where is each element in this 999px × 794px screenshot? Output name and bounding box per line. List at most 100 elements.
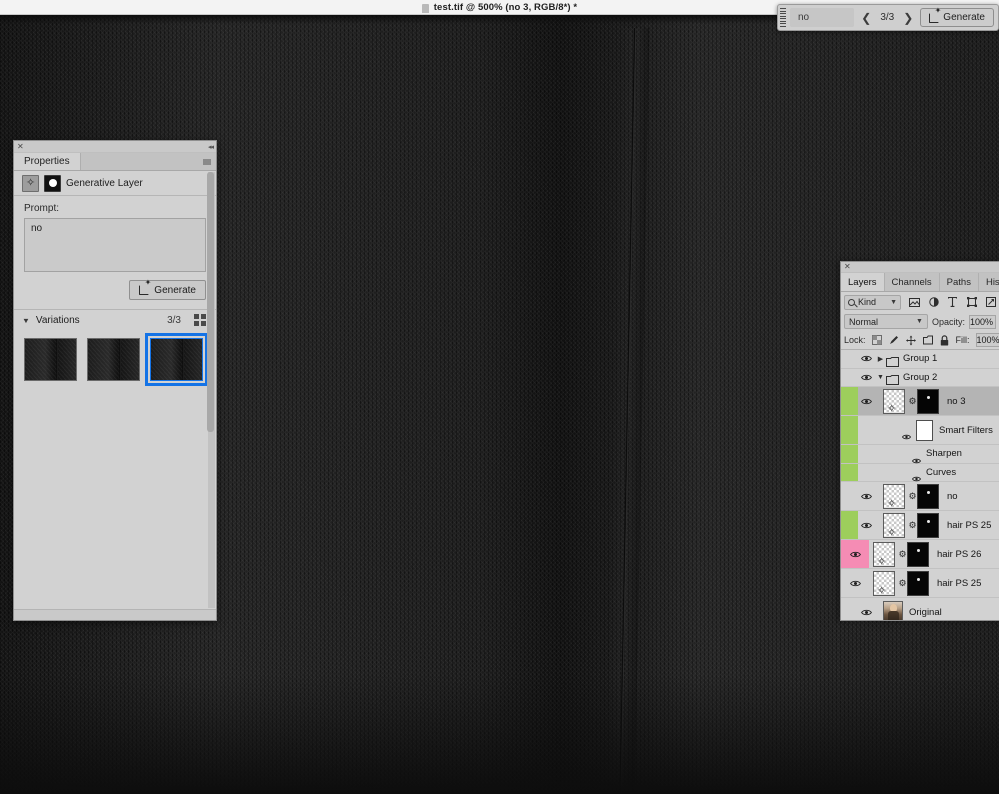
generative-layer-thumbnail[interactable] — [883, 513, 905, 538]
tab-channels[interactable]: Channels — [885, 273, 940, 291]
chevron-right-icon[interactable]: ▶ — [875, 355, 886, 363]
lock-position-icon[interactable] — [906, 335, 916, 345]
table-row[interactable]: Smart Filters — [841, 416, 999, 445]
visibility-eye-icon[interactable] — [841, 569, 869, 597]
visibility-eye-icon[interactable] — [858, 387, 875, 415]
link-mask-icon[interactable]: ⚙ — [898, 549, 907, 560]
canvas-bottom-shade — [0, 674, 999, 794]
visibility-eye-icon[interactable] — [858, 482, 875, 510]
properties-generate-label: Generate — [154, 285, 196, 296]
variations-list — [14, 330, 216, 381]
properties-scrollbar-thumb[interactable] — [207, 172, 214, 432]
prompt-input[interactable]: no — [24, 218, 206, 272]
chevron-left-icon[interactable]: ❮ — [858, 9, 874, 27]
variations-header[interactable]: ▼ Variations 3/3 — [14, 310, 216, 330]
filter-mask-thumbnail[interactable] — [916, 420, 933, 441]
chevron-down-icon: ▼ — [890, 299, 897, 306]
visibility-eye-icon[interactable] — [902, 427, 911, 433]
chevron-right-icon[interactable]: ❯ — [900, 9, 916, 27]
table-row[interactable]: Original — [841, 598, 999, 620]
taskbar-prompt-input[interactable]: no — [790, 8, 854, 27]
layer-name: no — [947, 491, 958, 502]
page-title: test.tif @ 500% (no 3, RGB/8*) * — [434, 2, 577, 13]
tab-history[interactable]: History — [979, 273, 999, 291]
blend-mode-select[interactable]: Normal ▼ — [844, 314, 928, 329]
chevron-down-icon[interactable]: ▼ — [22, 316, 30, 324]
table-row[interactable]: ⚙ hair PS 25 — [841, 511, 999, 540]
filter-pixel-icon[interactable] — [909, 297, 920, 308]
table-row[interactable]: ▶ Group 1 — [841, 350, 999, 369]
layer-filter-kind-select[interactable]: Kind ▼ — [844, 295, 901, 310]
properties-generate-button[interactable]: Generate — [129, 280, 206, 300]
visibility-eye-icon[interactable] — [858, 350, 875, 368]
properties-scrollbar-track[interactable] — [208, 172, 215, 608]
tab-paths[interactable]: Paths — [940, 273, 979, 291]
grid-view-icon[interactable] — [194, 314, 206, 326]
layer-mask-thumbnail[interactable] — [907, 542, 929, 567]
table-row[interactable]: ⚙ no — [841, 482, 999, 511]
lock-label: Lock: — [844, 335, 866, 345]
fill-label: Fill: — [956, 335, 970, 345]
layer-mask-thumbnail[interactable] — [907, 571, 929, 596]
tab-layers[interactable]: Layers — [841, 273, 885, 291]
visibility-eye-icon[interactable] — [858, 369, 875, 387]
link-mask-icon[interactable]: ⚙ — [908, 520, 917, 531]
variation-thumbnail-3[interactable] — [150, 338, 203, 381]
filter-smartobject-icon[interactable] — [985, 297, 996, 308]
chevron-down-icon[interactable]: ▼ — [875, 374, 886, 381]
table-row[interactable]: ⚙ no 3 — [841, 387, 999, 416]
generative-layer-thumbnail[interactable] — [883, 389, 905, 414]
layer-list[interactable]: ▶ Group 1 ▼ Group 2 — [841, 350, 999, 620]
generative-layer-thumbnail[interactable] — [873, 571, 895, 596]
layer-mask-thumbnail[interactable] — [917, 513, 939, 538]
collapse-panel-icon[interactable]: ◂◂ — [208, 143, 213, 151]
table-row[interactable]: Sharpen — [841, 445, 999, 464]
layer-color-strip[interactable] — [841, 387, 858, 415]
table-row[interactable]: ⚙ hair PS 26 — [841, 540, 999, 569]
visibility-eye-icon[interactable] — [858, 598, 875, 620]
filter-adjustment-icon[interactable] — [928, 297, 939, 308]
properties-panel-footer — [14, 609, 216, 620]
layer-filter-kind-label: Kind — [858, 297, 876, 307]
close-icon[interactable]: ✕ — [844, 263, 851, 271]
layers-panel-titlebar: ✕ — [841, 262, 999, 273]
lock-artboard-nesting-icon[interactable] — [923, 335, 933, 345]
close-icon[interactable]: ✕ — [17, 143, 24, 151]
visibility-eye-icon[interactable] — [858, 511, 875, 539]
link-mask-icon[interactable]: ⚙ — [898, 578, 907, 589]
prompt-actions: Generate — [14, 272, 216, 309]
visibility-eye-icon[interactable] — [912, 451, 921, 457]
filter-shape-icon[interactable] — [966, 297, 977, 308]
lock-all-icon[interactable] — [940, 335, 950, 345]
visibility-eye-icon[interactable] — [912, 469, 921, 475]
variation-thumbnail-1[interactable] — [24, 338, 77, 381]
panel-menu-icon[interactable] — [203, 159, 211, 165]
layer-mask-icon[interactable] — [44, 175, 61, 192]
layer-mask-thumbnail[interactable] — [917, 484, 939, 509]
drag-grip-icon[interactable] — [778, 5, 788, 30]
layer-name: Smart Filters — [939, 425, 993, 436]
table-row[interactable]: Curves — [841, 464, 999, 483]
taskbar-generate-button[interactable]: Generate — [920, 8, 994, 27]
fill-input[interactable]: 100% — [976, 333, 999, 347]
filter-type-icon[interactable] — [947, 297, 958, 308]
layer-mask-thumbnail[interactable] — [917, 389, 939, 414]
layer-color-strip[interactable] — [841, 511, 858, 539]
link-mask-icon[interactable]: ⚙ — [908, 396, 917, 407]
variation-thumbnail-2[interactable] — [87, 338, 140, 381]
tab-properties[interactable]: Properties — [14, 153, 81, 170]
properties-tab-bar: Properties — [14, 153, 216, 171]
photo-thumbnail[interactable] — [883, 601, 903, 621]
generative-layer-thumbnail[interactable] — [883, 484, 905, 509]
table-row[interactable]: ▼ Group 2 — [841, 369, 999, 388]
lock-transparent-pixels-icon[interactable] — [872, 335, 882, 345]
table-row[interactable]: ⚙ hair PS 25 — [841, 569, 999, 598]
link-mask-icon[interactable]: ⚙ — [908, 491, 917, 502]
visibility-eye-icon[interactable] — [841, 540, 869, 568]
lock-image-pixels-icon[interactable] — [889, 335, 899, 345]
generative-layer-thumbnail[interactable] — [873, 542, 895, 567]
opacity-input[interactable]: 100% — [969, 315, 996, 329]
generative-fill-taskbar[interactable]: no ❮ 3/3 ❯ Generate — [777, 4, 999, 31]
chevron-down-icon: ▼ — [916, 318, 923, 325]
tab-paths-label: Paths — [947, 277, 971, 288]
